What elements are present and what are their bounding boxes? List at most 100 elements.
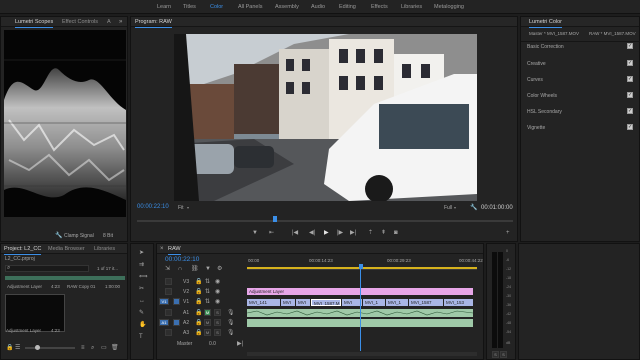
workspace-color[interactable]: Color [210, 4, 223, 10]
go-to-out-icon[interactable]: ▶| [350, 230, 356, 236]
tab-lumetri-scopes[interactable]: Lumetri Scopes [15, 19, 54, 28]
chevron-down-icon[interactable]: ▾ [187, 205, 189, 210]
play-icon[interactable]: ▶ [324, 230, 329, 236]
basic-correction-checkbox[interactable]: ✓ [627, 43, 633, 49]
workspace-learn[interactable]: Learn [157, 4, 171, 10]
source-patch-a1[interactable]: A1 [159, 319, 169, 326]
target-toggle[interactable] [173, 298, 180, 305]
chevron-down-icon[interactable]: ▾ [454, 205, 456, 210]
tab-lumetri-color[interactable]: Lumetri Color [529, 19, 563, 28]
hsl-secondary-checkbox[interactable]: ✓ [627, 108, 633, 114]
video-clip[interactable]: MVI [342, 299, 362, 306]
search-icon[interactable]: ⌕ [91, 345, 94, 351]
program-timecode[interactable]: 00:00:22:10 [137, 204, 169, 210]
target-toggle[interactable] [165, 288, 172, 295]
step-back-icon[interactable]: ◀| [309, 230, 315, 236]
slip-tool-icon[interactable]: ↔ [139, 298, 145, 304]
lift-icon[interactable]: ⇡ [368, 230, 373, 236]
tab-sequence[interactable]: RAW [168, 246, 181, 255]
list-view-icon[interactable]: ☰ [15, 345, 20, 351]
razor-tool-icon[interactable]: ✂ [139, 286, 144, 292]
mute-toggle[interactable]: M [204, 319, 211, 326]
section-hsl-secondary[interactable]: HSL Secondary [527, 109, 562, 115]
solo-right-button[interactable]: S [500, 351, 507, 358]
search-input[interactable] [5, 265, 89, 272]
close-icon[interactable]: × [160, 246, 164, 252]
curves-checkbox[interactable]: ✓ [627, 76, 633, 82]
adjustment-layer-thumbnail[interactable] [5, 294, 65, 332]
tab-libraries[interactable]: Libraries [94, 246, 115, 252]
solo-left-button[interactable]: S [492, 351, 499, 358]
lock-icon[interactable]: 🔒 [6, 345, 13, 351]
playback-quality-select[interactable]: Full [444, 205, 452, 211]
sync-lock-icon[interactable]: ⇅ [205, 299, 210, 305]
ripple-edit-tool-icon[interactable]: ⟺ [139, 274, 148, 280]
master-clip-label[interactable]: Master * MVI_1587.MOV [529, 31, 579, 36]
target-toggle[interactable] [165, 278, 172, 285]
mark-in-icon[interactable]: ▼ [252, 230, 258, 236]
solo-toggle[interactable]: S [214, 329, 221, 336]
lock-icon[interactable]: 🔒 [195, 299, 202, 305]
eye-icon[interactable]: ◉ [215, 279, 220, 285]
video-clip[interactable]: MVI_1 [363, 299, 385, 306]
nest-icon[interactable]: ⇲ [165, 266, 170, 272]
go-to-end-icon[interactable]: ▶| [237, 341, 243, 347]
timeline-timecode[interactable]: 00:00:22:10 [165, 256, 199, 263]
lock-icon[interactable]: 🔒 [195, 310, 202, 316]
workspace-metalogging[interactable]: Metalogging [434, 4, 464, 10]
sync-lock-icon[interactable]: ⇅ [205, 279, 210, 285]
tab-overflow[interactable]: A [107, 19, 111, 25]
workspace-effects[interactable]: Effects [371, 4, 388, 10]
pen-tool-icon[interactable]: ✎ [139, 310, 144, 316]
trash-icon[interactable]: 🗑 [111, 345, 119, 351]
selection-tool-icon[interactable]: ➤ [139, 250, 144, 256]
target-toggle[interactable] [173, 319, 180, 326]
active-clip-label[interactable]: RAW * MVI_1587.MOV [589, 31, 636, 36]
workspace-all-panels[interactable]: All Panels [238, 4, 262, 10]
zoom-fit-select[interactable]: Fit [178, 205, 184, 211]
lock-icon[interactable]: 🔒 [195, 330, 202, 336]
project-item-name[interactable]: Adjustment Layer [7, 284, 42, 289]
microphone-icon[interactable]: 🎙 [227, 320, 235, 326]
timeline-scrollbar[interactable] [247, 352, 477, 356]
creative-checkbox[interactable]: ✓ [627, 60, 633, 66]
folder-icon[interactable]: ▭ [101, 345, 107, 351]
mute-toggle[interactable]: M [204, 309, 211, 316]
video-clip-selected[interactable]: MVI_1587.M [311, 299, 341, 306]
source-patch-v1[interactable]: V1 [159, 298, 169, 305]
tab-media-browser[interactable]: Media Browser [48, 246, 85, 252]
microphone-icon[interactable]: 🎙 [227, 310, 235, 316]
video-clip[interactable]: MVI [296, 299, 310, 306]
bit-depth[interactable]: 8 Bit [103, 233, 113, 239]
camera-icon[interactable]: ◙ [394, 230, 398, 236]
video-clip[interactable]: MVI_1 [386, 299, 408, 306]
wrench-icon[interactable]: 🔧 [470, 205, 477, 211]
linked-selection-icon[interactable]: ⛓ [191, 266, 199, 272]
add-button-icon[interactable]: + [506, 230, 510, 236]
video-clip[interactable]: MVI_141 [247, 299, 280, 306]
target-toggle[interactable] [165, 309, 172, 316]
solo-toggle[interactable]: S [214, 309, 221, 316]
track-select-tool-icon[interactable]: ⇉ [139, 262, 144, 268]
lock-icon[interactable]: 🔒 [195, 289, 202, 295]
eye-icon[interactable]: ◉ [215, 299, 220, 305]
workspace-libraries[interactable]: Libraries [401, 4, 422, 10]
workspace-editing[interactable]: Editing [339, 4, 356, 10]
lock-icon[interactable]: 🔒 [195, 279, 202, 285]
type-tool-icon[interactable]: T [139, 334, 143, 340]
tab-project[interactable]: Project: L2_CC [4, 246, 42, 255]
workspace-titles[interactable]: Titles [183, 4, 196, 10]
zoom-slider[interactable] [25, 347, 75, 349]
zoom-slider-handle[interactable] [35, 345, 40, 350]
video-clip[interactable]: MVI [281, 299, 295, 306]
video-clip[interactable]: MVI_1587 [409, 299, 443, 306]
section-color-wheels[interactable]: Color Wheels [527, 93, 557, 99]
target-toggle[interactable] [165, 329, 172, 336]
microphone-icon[interactable]: 🎙 [227, 330, 235, 336]
workspace-audio[interactable]: Audio [311, 4, 325, 10]
color-wheels-checkbox[interactable]: ✓ [627, 92, 633, 98]
lock-icon[interactable]: 🔒 [195, 320, 202, 326]
sort-icon[interactable]: ≡ [81, 345, 85, 351]
marker-icon[interactable]: ▼ [205, 266, 211, 272]
tab-program[interactable]: Program: RAW [135, 19, 172, 28]
